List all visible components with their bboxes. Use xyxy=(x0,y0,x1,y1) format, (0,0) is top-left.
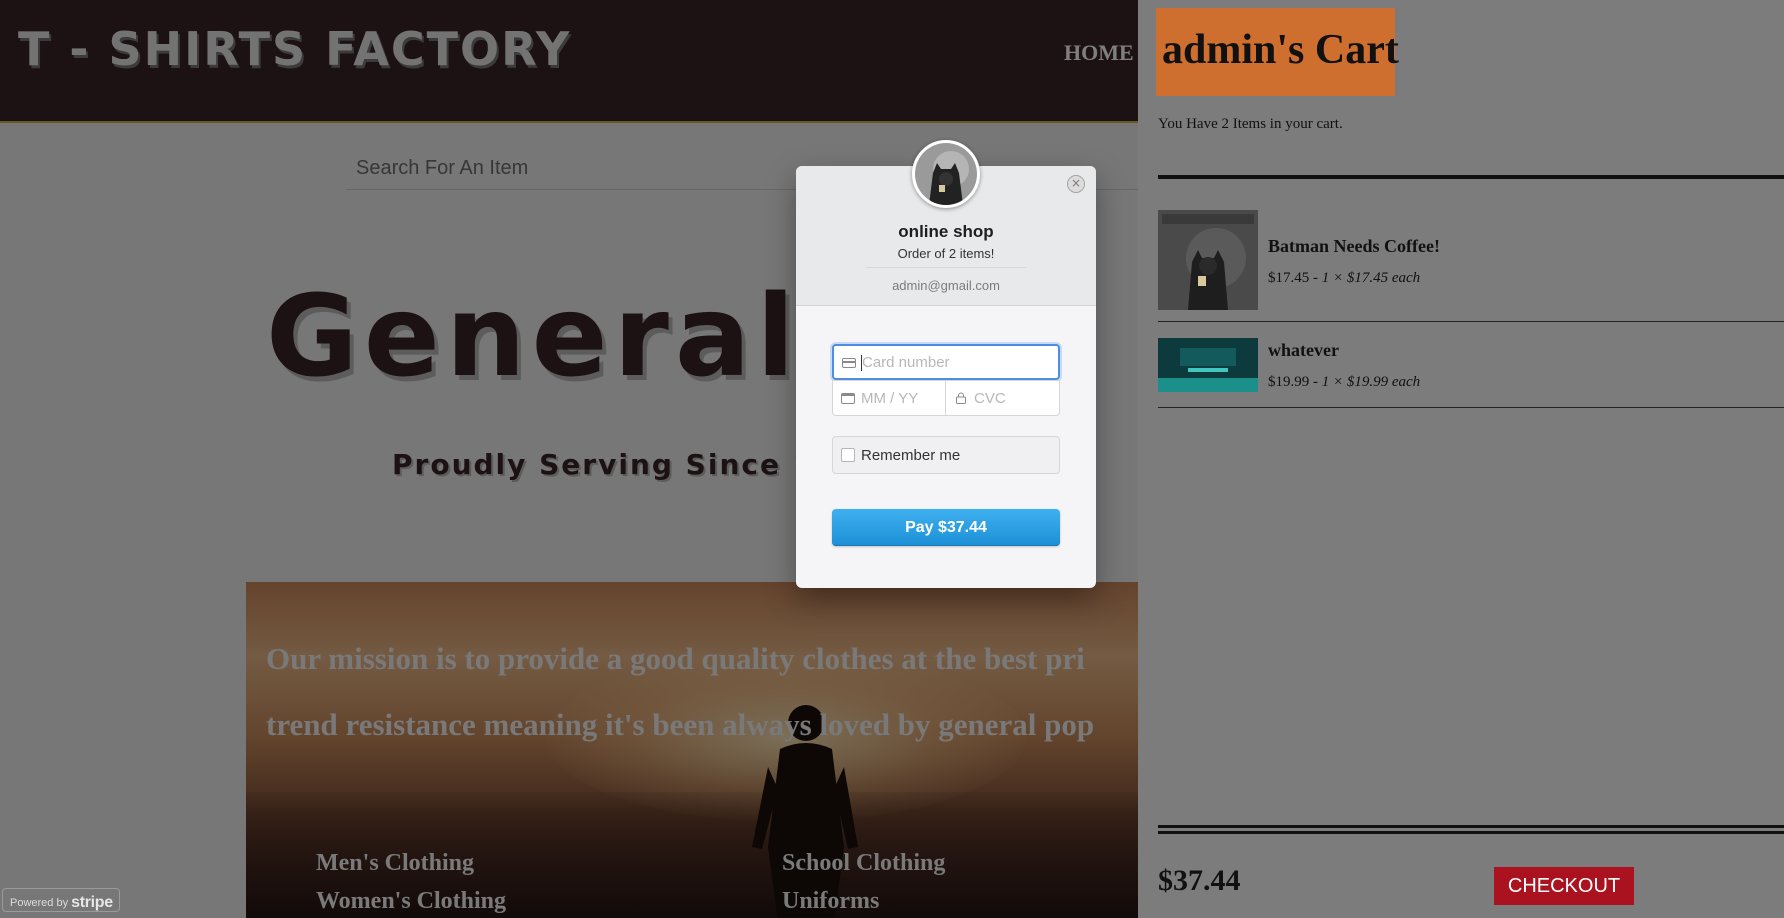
batman-tshirt-thumbnail-icon xyxy=(1158,210,1258,310)
expiry-input[interactable] xyxy=(861,381,941,415)
cart-item[interactable]: whatever $19.99 - 1 × $19.99 each xyxy=(1158,338,1784,408)
checkout-button[interactable]: CHECKOUT xyxy=(1494,867,1634,905)
cart-item[interactable]: Batman Needs Coffee! $17.45 - 1 × $17.45… xyxy=(1158,210,1784,322)
card-number-field[interactable] xyxy=(832,344,1060,380)
cart-item-unit-price: $19.99 xyxy=(1268,374,1310,390)
powered-by-stripe-badge[interactable]: Powered by stripe xyxy=(2,888,120,912)
modal-header: × online shop Order of 2 items! admin@gm… xyxy=(796,140,1096,306)
expiry-field[interactable] xyxy=(832,380,946,416)
cart-divider xyxy=(1158,825,1784,828)
pay-button[interactable]: Pay $37.44 xyxy=(832,509,1060,546)
teal-tshirt-thumbnail-icon xyxy=(1158,338,1258,392)
cart-title: admin's Cart xyxy=(1156,8,1399,96)
cart-item-price: $19.99 - 1 × $19.99 each xyxy=(1268,374,1420,391)
lock-icon xyxy=(956,392,966,404)
calendar-icon xyxy=(841,393,855,404)
cart-item-name: Batman Needs Coffee! xyxy=(1268,236,1440,256)
modal-divider xyxy=(866,267,1026,268)
cart-item-qty: - 1 × $19.99 each xyxy=(1309,374,1421,390)
cvc-field[interactable] xyxy=(945,380,1060,416)
close-icon[interactable]: × xyxy=(1067,175,1085,193)
cart-divider xyxy=(1158,175,1784,179)
order-summary: Order of 2 items! xyxy=(897,246,995,261)
credit-card-icon xyxy=(842,358,856,368)
cart-total: $37.44 xyxy=(1158,864,1241,897)
cart-divider xyxy=(1158,831,1784,834)
cart-item-price: $17.45 - 1 × $17.45 each xyxy=(1268,270,1420,287)
stripe-logo: stripe xyxy=(71,894,113,911)
shop-name: online shop xyxy=(898,222,994,241)
remember-me-row[interactable]: Remember me xyxy=(832,436,1060,474)
customer-email: admin@gmail.com xyxy=(892,278,1000,293)
remember-me-label: Remember me xyxy=(861,447,961,464)
cart-panel: admin's Cart You Have 2 Items in your ca… xyxy=(1138,0,1784,918)
cart-item-count: You Have 2 Items in your cart. xyxy=(1158,116,1343,132)
card-number-input[interactable] xyxy=(862,346,1054,378)
cvc-input[interactable] xyxy=(974,381,1055,415)
powered-by-label: Powered by xyxy=(10,897,69,909)
shop-avatar xyxy=(912,140,980,208)
cart-item-qty: - 1 × $17.45 each xyxy=(1309,270,1421,286)
remember-me-checkbox[interactable] xyxy=(841,448,855,462)
cart-item-name: whatever xyxy=(1268,340,1339,360)
stripe-checkout-modal: × online shop Order of 2 items! admin@gm… xyxy=(796,140,1096,588)
batman-avatar-icon xyxy=(915,143,977,205)
cart-item-unit-price: $17.45 xyxy=(1268,270,1310,286)
